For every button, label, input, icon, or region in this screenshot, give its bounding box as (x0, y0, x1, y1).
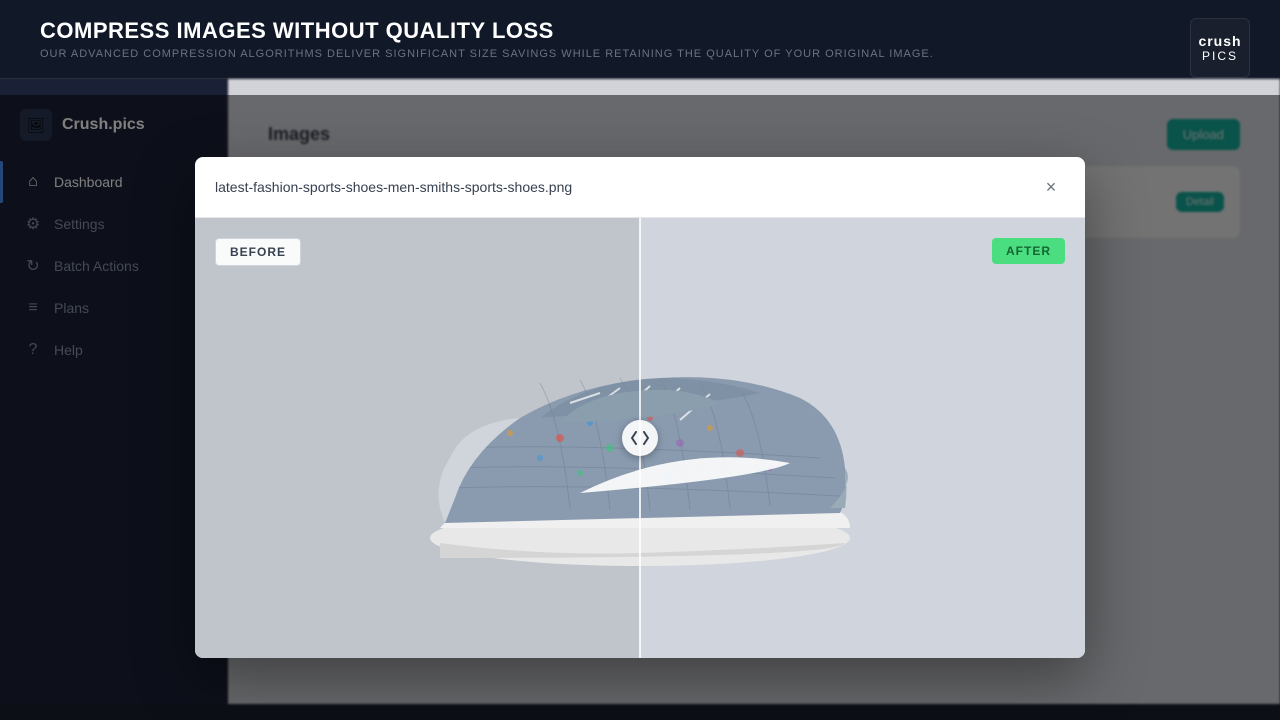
modal-title: latest-fashion-sports-shoes-men-smiths-s… (215, 179, 572, 195)
modal-header: latest-fashion-sports-shoes-men-smiths-s… (195, 157, 1085, 218)
modal-close-button[interactable]: × (1037, 173, 1065, 201)
logo-pics: PICS (1202, 49, 1238, 63)
modal-overlay[interactable]: latest-fashion-sports-shoes-men-smiths-s… (0, 95, 1280, 720)
comparison-container: BEFORE AFTER (195, 218, 1085, 658)
logo-area: crush PICS (1190, 18, 1250, 78)
header-subtitle: OUR ADVANCED COMPRESSION ALGORITHMS DELI… (40, 48, 1240, 60)
comparison-modal: latest-fashion-sports-shoes-men-smiths-s… (195, 157, 1085, 658)
logo-crush: crush (1198, 33, 1241, 49)
comparison-handle[interactable] (622, 420, 658, 456)
header-title: COMPRESS IMAGES WITHOUT QUALITY LOSS (40, 18, 1240, 44)
before-label: BEFORE (215, 238, 301, 266)
logo-box: crush PICS (1190, 18, 1250, 78)
header: COMPRESS IMAGES WITHOUT QUALITY LOSS OUR… (0, 0, 1280, 79)
after-label: AFTER (992, 238, 1065, 264)
